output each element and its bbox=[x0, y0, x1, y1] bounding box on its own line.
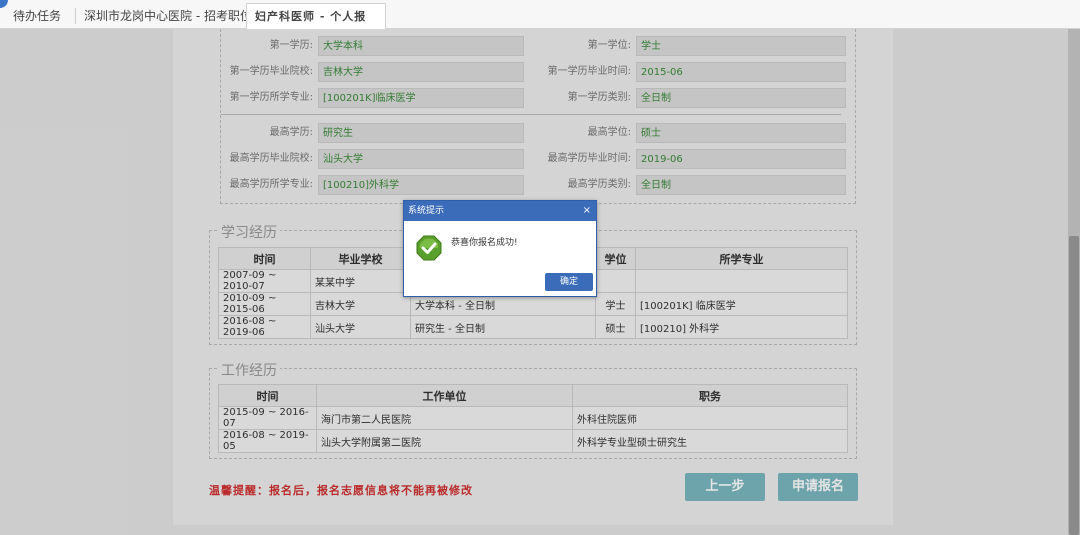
close-icon[interactable]: × bbox=[583, 201, 591, 221]
tab-todo[interactable]: 待办任务 bbox=[5, 3, 69, 29]
success-check-icon bbox=[416, 235, 442, 261]
confirm-button[interactable]: 确定 bbox=[545, 273, 593, 291]
system-prompt-dialog: 系统提示 × 恭喜你报名成功! 确定 bbox=[403, 200, 597, 297]
dialog-title: 系统提示 bbox=[408, 206, 445, 216]
dialog-header: 系统提示 × bbox=[404, 201, 596, 221]
tab-bar: 待办任务 深圳市龙岗中心医院 - 招考职位× 妇产科医师 - 个人报名× bbox=[0, 0, 1080, 49]
tab-personal-signup[interactable]: 妇产科医师 - 个人报名× bbox=[246, 3, 386, 49]
dialog-message: 恭喜你报名成功! bbox=[451, 238, 518, 248]
